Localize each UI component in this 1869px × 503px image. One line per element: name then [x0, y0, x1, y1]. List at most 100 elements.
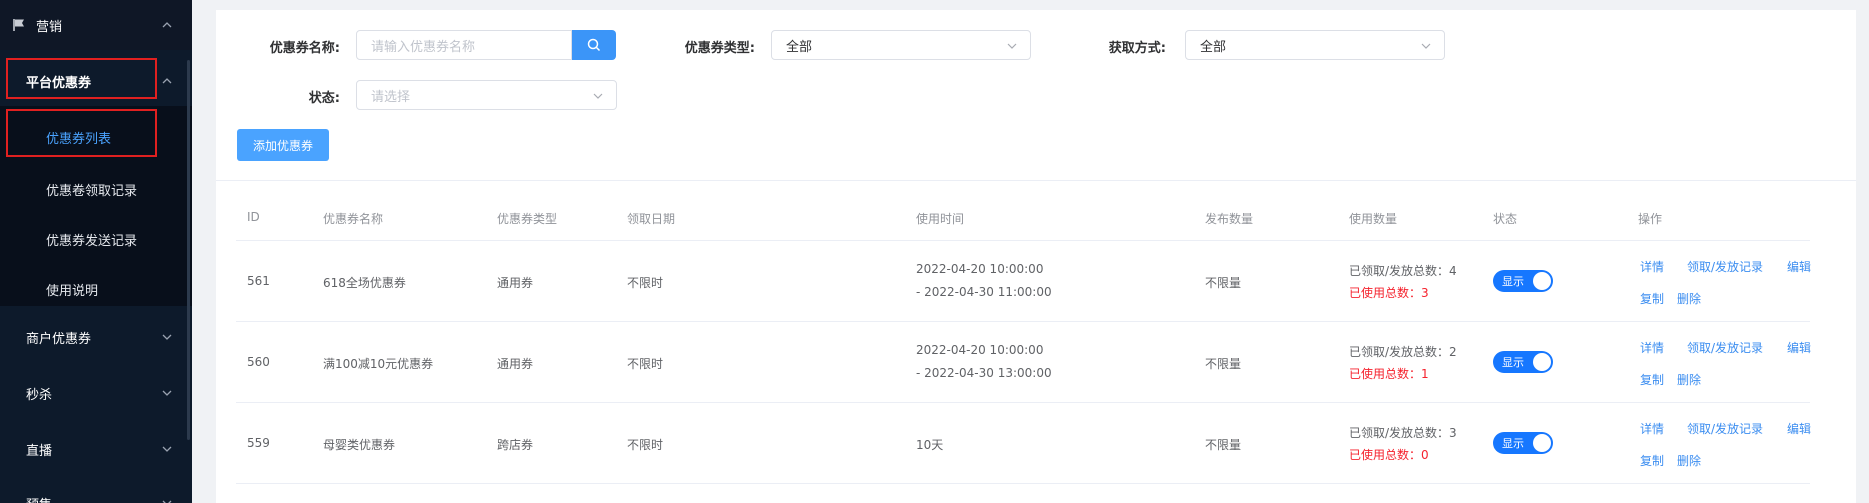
sidebar-item-coupon-list[interactable]: 优惠券列表: [0, 112, 192, 162]
status-toggle-label: 显示: [1502, 437, 1524, 450]
receive-records-link[interactable]: 领取/发放记录: [1687, 420, 1763, 437]
receive-records-link[interactable]: 领取/发放记录: [1687, 258, 1763, 275]
sidebar-item-flash-sale[interactable]: 秒杀: [0, 368, 192, 418]
receive-records-link[interactable]: 领取/发放记录: [1687, 339, 1763, 356]
column-header-issue-quantity: 发布数量: [1205, 212, 1254, 226]
sidebar-item-platform-coupon[interactable]: 平台优惠券: [0, 56, 192, 106]
cell-use-time-end: - 2022-04-30 11:00:00: [916, 285, 1052, 299]
coupon-name-input[interactable]: 请输入优惠券名称: [356, 30, 572, 60]
sidebar-item-label: 平台优惠券: [26, 75, 92, 91]
sidebar-item-label: 商户优惠券: [26, 331, 92, 347]
status-label: 状态:: [308, 91, 340, 106]
cell-type: 跨店券: [497, 438, 534, 452]
column-header-id: ID: [247, 210, 260, 224]
flag-icon: [13, 19, 24, 31]
status-toggle-label: 显示: [1502, 275, 1524, 288]
sidebar-item-merchant-coupon[interactable]: 商户优惠券: [0, 312, 192, 362]
chevron-up-icon: [162, 78, 172, 84]
cell-received-total: 已领取/发放总数：2: [1349, 345, 1457, 359]
sidebar: 营销 平台优惠券 优惠券列表 优惠卷领取记录 优惠券发送记录 使用说明 商户优惠…: [0, 0, 192, 503]
cell-used-total: 已使用总数：0: [1349, 448, 1429, 462]
cell-type: 通用券: [497, 276, 534, 290]
cell-received-total: 已领取/发放总数：3: [1349, 426, 1457, 440]
table-header-divider: [236, 240, 1810, 241]
toggle-knob: [1533, 272, 1551, 290]
detail-link[interactable]: 详情: [1640, 420, 1664, 437]
sidebar-item-label: 优惠卷领取记录: [46, 183, 138, 199]
sidebar-scrollbar[interactable]: [187, 60, 190, 440]
status-placeholder: 请选择: [371, 89, 411, 105]
acquire-method-value: 全部: [1200, 39, 1227, 55]
copy-link[interactable]: 复制: [1640, 452, 1664, 469]
coupon-type-select[interactable]: 全部: [771, 30, 1031, 60]
edit-link[interactable]: 编辑: [1787, 339, 1811, 356]
cell-issue-quantity: 不限量: [1205, 276, 1242, 290]
delete-link[interactable]: 删除: [1677, 290, 1701, 307]
cell-use-time: 10天: [916, 438, 944, 452]
sidebar-item-label: 秒杀: [26, 387, 53, 403]
status-toggle[interactable]: 显示: [1493, 270, 1553, 292]
edit-link[interactable]: 编辑: [1787, 258, 1811, 275]
cell-issue-quantity: 不限量: [1205, 438, 1242, 452]
column-header-use-time: 使用时间: [916, 212, 965, 226]
delete-link[interactable]: 删除: [1677, 452, 1701, 469]
sidebar-item-label: 预售: [26, 494, 52, 503]
cell-used-total: 已使用总数：1: [1349, 367, 1429, 381]
detail-link[interactable]: 详情: [1640, 339, 1664, 356]
sidebar-item-presale[interactable]: 预售: [0, 478, 192, 503]
toggle-knob: [1533, 353, 1551, 371]
chevron-up-icon: [162, 22, 172, 28]
row-divider: [236, 402, 1810, 403]
search-button[interactable]: [572, 30, 616, 60]
sidebar-item-coupon-receive-records[interactable]: 优惠卷领取记录: [0, 164, 192, 214]
cell-id: 561: [247, 274, 270, 288]
cell-id: 560: [247, 355, 270, 369]
copy-link[interactable]: 复制: [1640, 371, 1664, 388]
cell-receive-date: 不限时: [627, 357, 664, 371]
acquire-method-select[interactable]: 全部: [1185, 30, 1445, 60]
sidebar-item-coupon-send-records[interactable]: 优惠券发送记录: [0, 214, 192, 264]
chevron-down-icon: [1007, 43, 1017, 49]
column-header-use-quantity: 使用数量: [1349, 212, 1398, 226]
section-divider: [216, 180, 1856, 181]
cell-issue-quantity: 不限量: [1205, 357, 1242, 371]
cell-use-time-start: 2022-04-20 10:00:00: [916, 262, 1044, 276]
column-header-status: 状态: [1493, 212, 1518, 226]
delete-link[interactable]: 删除: [1677, 371, 1701, 388]
sidebar-item-label: 优惠券发送记录: [46, 233, 138, 249]
cell-receive-date: 不限时: [627, 438, 664, 452]
chevron-down-icon: [162, 334, 172, 340]
coupon-name-label: 优惠券名称:: [269, 41, 340, 56]
copy-link[interactable]: 复制: [1640, 290, 1664, 307]
row-divider: [236, 483, 1810, 484]
sidebar-item-usage-instructions[interactable]: 使用说明: [0, 264, 192, 314]
detail-link[interactable]: 详情: [1640, 258, 1664, 275]
status-toggle[interactable]: 显示: [1493, 432, 1553, 454]
search-icon: [587, 38, 601, 52]
edit-link[interactable]: 编辑: [1787, 420, 1811, 437]
column-header-name: 优惠券名称: [323, 212, 384, 226]
acquire-method-label: 获取方式:: [1108, 41, 1166, 56]
cell-type: 通用券: [497, 357, 534, 371]
column-header-type: 优惠券类型: [497, 212, 558, 226]
sidebar-group-marketing[interactable]: 营销: [0, 0, 192, 50]
sidebar-group-label: 营销: [36, 19, 63, 35]
cell-use-time-start: 2022-04-20 10:00:00: [916, 343, 1044, 357]
status-toggle[interactable]: 显示: [1493, 351, 1553, 373]
cell-id: 559: [247, 436, 270, 450]
coupon-type-value: 全部: [786, 39, 813, 55]
sidebar-item-live[interactable]: 直播: [0, 424, 192, 474]
status-select[interactable]: 请选择: [356, 80, 617, 110]
chevron-down-icon: [162, 390, 172, 396]
cell-name: 母婴类优惠券: [323, 438, 396, 452]
chevron-down-icon: [162, 500, 172, 503]
sidebar-item-label: 优惠券列表: [46, 131, 112, 147]
column-header-receive-date: 领取日期: [627, 212, 676, 226]
chevron-down-icon: [593, 93, 603, 99]
cell-used-total: 已使用总数：3: [1349, 286, 1429, 300]
cell-receive-date: 不限时: [627, 276, 664, 290]
toggle-knob: [1533, 434, 1551, 452]
add-coupon-button[interactable]: 添加优惠券: [237, 129, 329, 161]
cell-use-time-end: - 2022-04-30 13:00:00: [916, 366, 1052, 380]
coupon-type-label: 优惠券类型:: [684, 41, 755, 56]
